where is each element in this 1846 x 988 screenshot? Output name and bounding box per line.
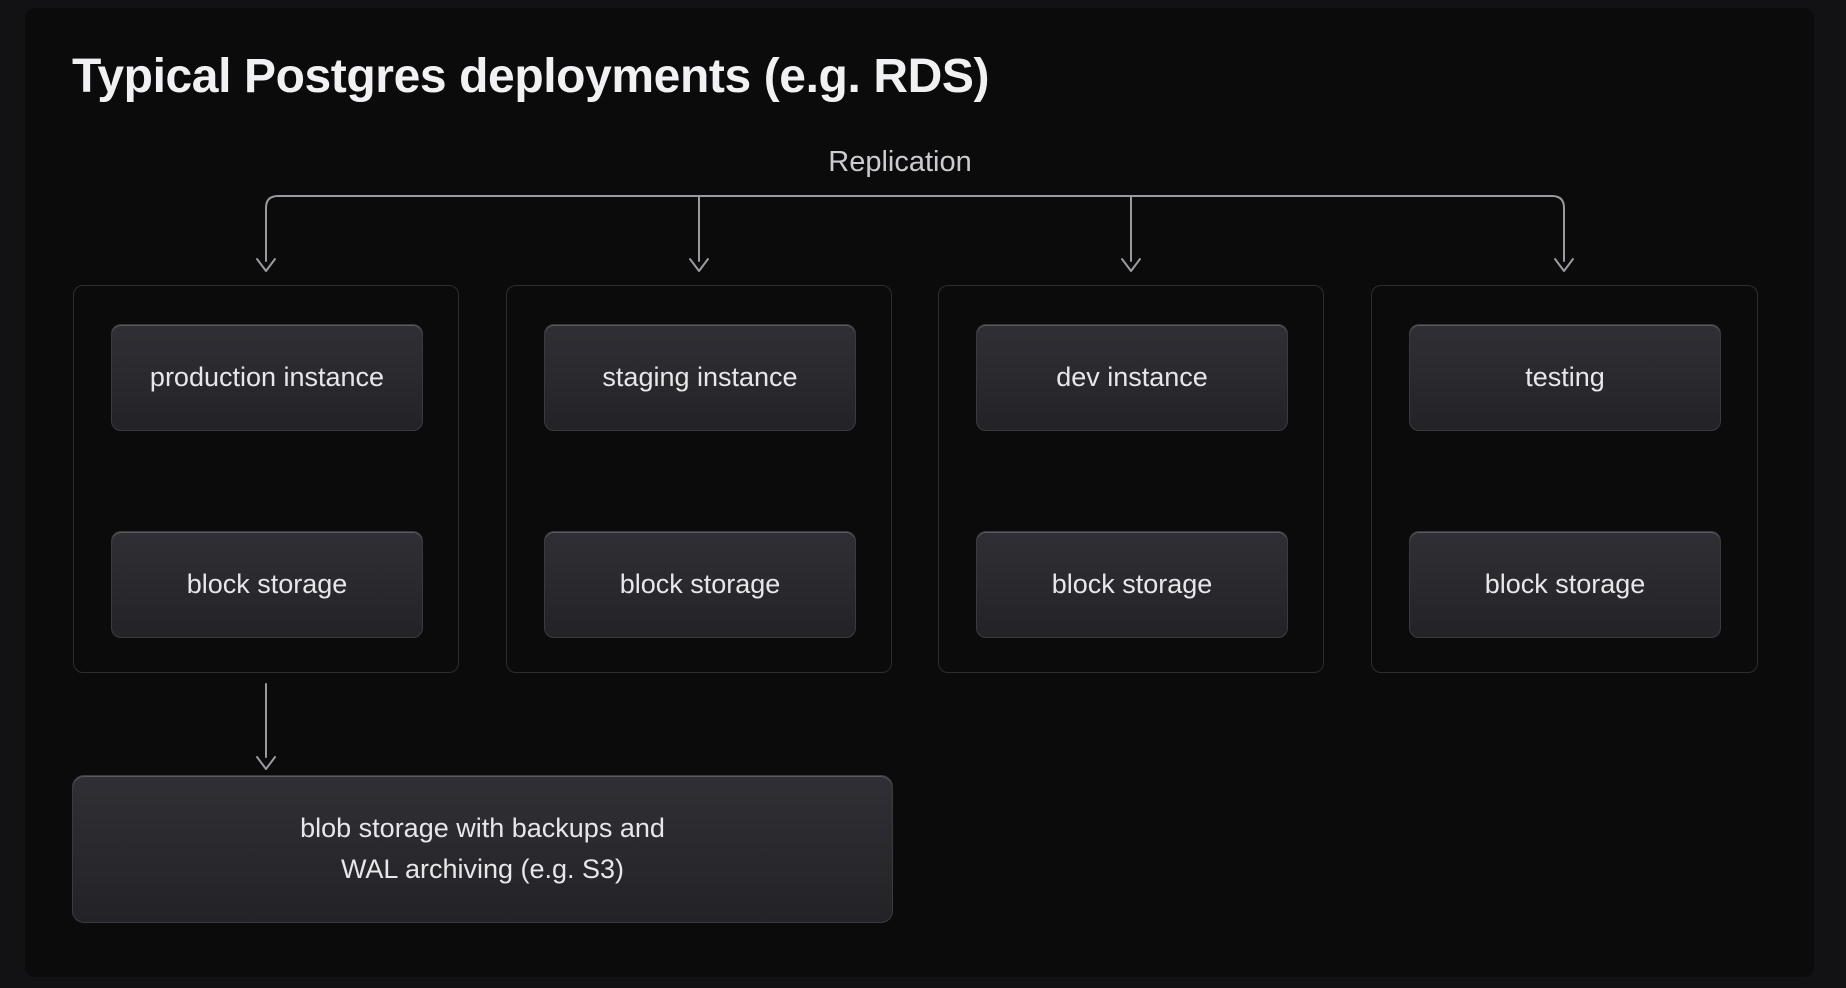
node-block-storage-production: block storage — [111, 531, 423, 638]
node-label: block storage — [1485, 569, 1646, 600]
diagram-canvas: Typical Postgres deployments (e.g. RDS) … — [0, 0, 1846, 988]
replication-label: Replication — [690, 144, 1110, 180]
node-label: dev instance — [1056, 362, 1208, 393]
node-block-storage-staging: block storage — [544, 531, 856, 638]
node-block-storage-dev: block storage — [976, 531, 1288, 638]
blob-storage-label-line2: WAL archiving (e.g. S3) — [341, 849, 624, 890]
deployment-group-testing: testing block storage — [1371, 285, 1758, 673]
node-label: block storage — [1052, 569, 1213, 600]
node-label: staging instance — [602, 362, 797, 393]
node-testing-instance: testing — [1409, 324, 1721, 431]
node-label: production instance — [150, 362, 384, 393]
node-label: block storage — [620, 569, 781, 600]
node-production-instance: production instance — [111, 324, 423, 431]
node-label: testing — [1525, 362, 1605, 393]
deployment-group-staging: staging instance block storage — [506, 285, 892, 673]
page-title: Typical Postgres deployments (e.g. RDS) — [72, 48, 989, 106]
node-blob-storage: blob storage with backups and WAL archiv… — [72, 775, 893, 923]
deployment-group-production: production instance block storage — [73, 285, 459, 673]
node-label: block storage — [187, 569, 348, 600]
node-staging-instance: staging instance — [544, 324, 856, 431]
deployment-group-dev: dev instance block storage — [938, 285, 1324, 673]
node-dev-instance: dev instance — [976, 324, 1288, 431]
blob-storage-label-line1: blob storage with backups and — [300, 808, 665, 849]
node-block-storage-testing: block storage — [1409, 531, 1721, 638]
